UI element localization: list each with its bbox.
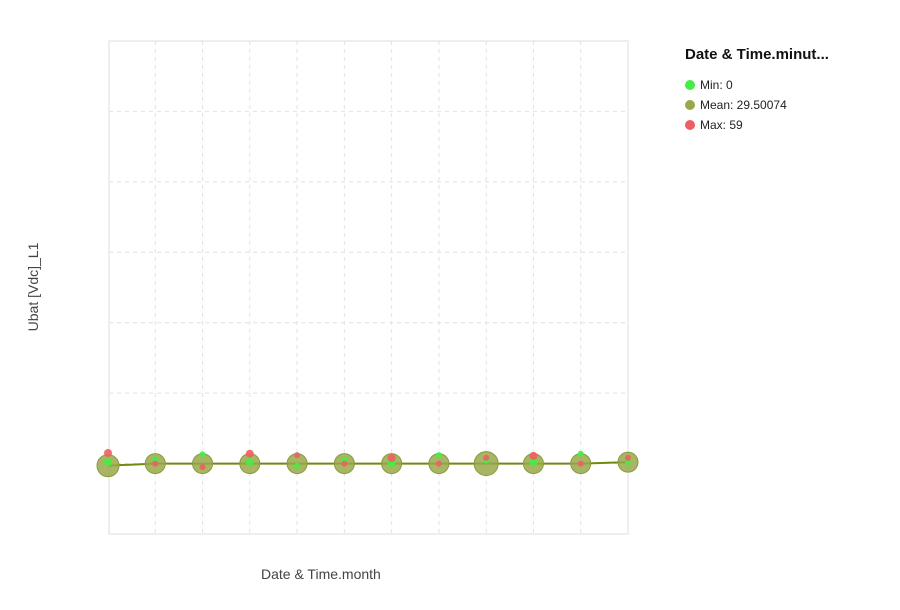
legend-label-min: Min: 0 (700, 78, 733, 92)
data-point-max (245, 449, 254, 458)
data-point-max (341, 460, 348, 467)
data-point-min (577, 450, 584, 457)
data-point-max (435, 460, 442, 467)
data-point-max (104, 449, 112, 458)
data-point-min (435, 452, 442, 459)
data-point-min (199, 451, 206, 458)
legend-swatch-mean (685, 100, 695, 110)
legend-label-mean: Mean: 29.50074 (700, 98, 787, 112)
data-point-min (104, 458, 112, 467)
legend-label-max: Max: 59 (700, 118, 743, 132)
data-point-max (152, 460, 159, 467)
legend-item-max[interactable]: Max: 59 (685, 115, 829, 135)
data-point-min (294, 462, 301, 469)
legend-swatch-max (685, 120, 695, 130)
x-axis-label: Date & Time.month (261, 566, 381, 582)
y-axis-label: Ubat [Vdc]_L1 (25, 242, 41, 332)
legend-swatch-min (685, 80, 695, 90)
legend-title: Date & Time.minut... (685, 46, 829, 63)
data-point-max (625, 454, 631, 461)
legend: Date & Time.minut... Min: 0 Mean: 29.500… (685, 46, 829, 135)
plot-frame (108, 40, 629, 535)
data-point-max (199, 464, 206, 471)
data-point-max (483, 454, 490, 461)
data-point-max (529, 451, 538, 460)
legend-item-min[interactable]: Min: 0 (685, 75, 829, 95)
data-point-max (577, 460, 584, 467)
legend-item-mean[interactable]: Mean: 29.50074 (685, 95, 829, 115)
data-point-max (294, 452, 301, 459)
data-point-max (387, 453, 396, 462)
data-point-min (245, 458, 254, 467)
